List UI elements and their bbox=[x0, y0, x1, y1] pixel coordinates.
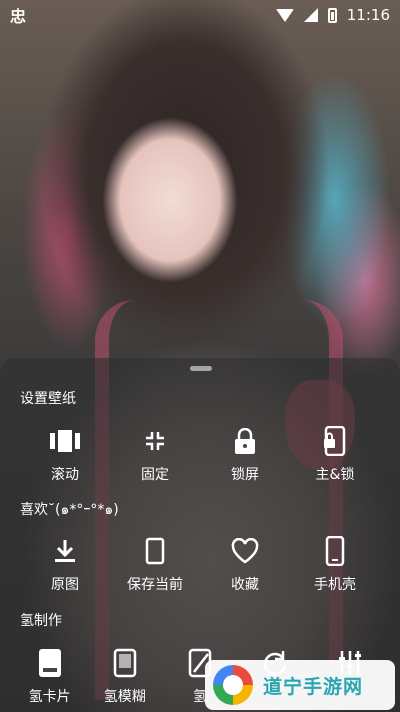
lock-screen-label: 锁屏 bbox=[231, 467, 259, 483]
status-time: 11:16 bbox=[346, 6, 390, 24]
heart-icon bbox=[230, 536, 260, 566]
fixed-icon bbox=[140, 426, 170, 456]
save-current-button[interactable]: 保存当前 bbox=[115, 536, 195, 594]
lock-screen-button[interactable]: 锁屏 bbox=[205, 426, 285, 484]
scroll-icon bbox=[50, 426, 80, 456]
qing-blur-button[interactable]: 氢模糊 bbox=[87, 648, 162, 706]
qing-blur-label: 氢模糊 bbox=[103, 689, 146, 705]
sheet-drag-handle[interactable] bbox=[190, 366, 212, 371]
qing-card-label: 氢卡片 bbox=[28, 689, 71, 705]
home-and-lock-button[interactable]: 主&锁 bbox=[295, 426, 375, 484]
status-bar: 忠 11:16 bbox=[0, 0, 400, 30]
section-title-qing-make: 氢制作 bbox=[20, 613, 62, 629]
phone-case-label: 手机壳 bbox=[314, 577, 356, 593]
phone-case-button[interactable]: 手机壳 bbox=[295, 536, 375, 594]
original-image-label: 原图 bbox=[51, 577, 79, 593]
save-current-label: 保存当前 bbox=[127, 577, 183, 593]
scroll-label: 滚动 bbox=[51, 467, 79, 483]
favorite-label: 收藏 bbox=[231, 577, 259, 593]
fixed-button[interactable]: 固定 bbox=[115, 426, 195, 484]
home-and-lock-label: 主&锁 bbox=[315, 467, 355, 483]
watermark-logo-icon bbox=[213, 665, 253, 705]
signal-icon bbox=[303, 8, 318, 22]
section-title-favorite: 喜欢˘(๑*°ｰ°*๑) bbox=[20, 502, 119, 518]
qing-card-button[interactable]: 氢卡片 bbox=[12, 648, 87, 706]
scroll-button[interactable]: 滚动 bbox=[25, 426, 105, 484]
battery-icon bbox=[327, 7, 337, 23]
watermark-text: 道宁手游网 bbox=[263, 675, 364, 698]
save-current-icon bbox=[140, 536, 170, 566]
favorite-button[interactable]: 收藏 bbox=[205, 536, 285, 594]
section-title-set-wallpaper: 设置壁纸 bbox=[20, 391, 76, 407]
blur-icon bbox=[110, 648, 140, 678]
wifi-icon bbox=[275, 8, 294, 22]
watermark-badge: 道宁手游网 bbox=[205, 660, 395, 710]
status-app-glyph: 忠 bbox=[10, 7, 27, 26]
phone-case-icon bbox=[320, 536, 350, 566]
fixed-label: 固定 bbox=[141, 467, 169, 483]
wallpaper-actions-sheet: 设置壁纸 滚动 固定 锁屏 主&锁 喜欢˘(๑*°ｰ°*๑) 原图 保存当前 收… bbox=[0, 358, 400, 712]
home-lock-icon bbox=[320, 426, 350, 456]
lock-icon bbox=[230, 426, 260, 456]
original-image-button[interactable]: 原图 bbox=[25, 536, 105, 594]
card-icon bbox=[35, 648, 65, 678]
download-icon bbox=[50, 536, 80, 566]
